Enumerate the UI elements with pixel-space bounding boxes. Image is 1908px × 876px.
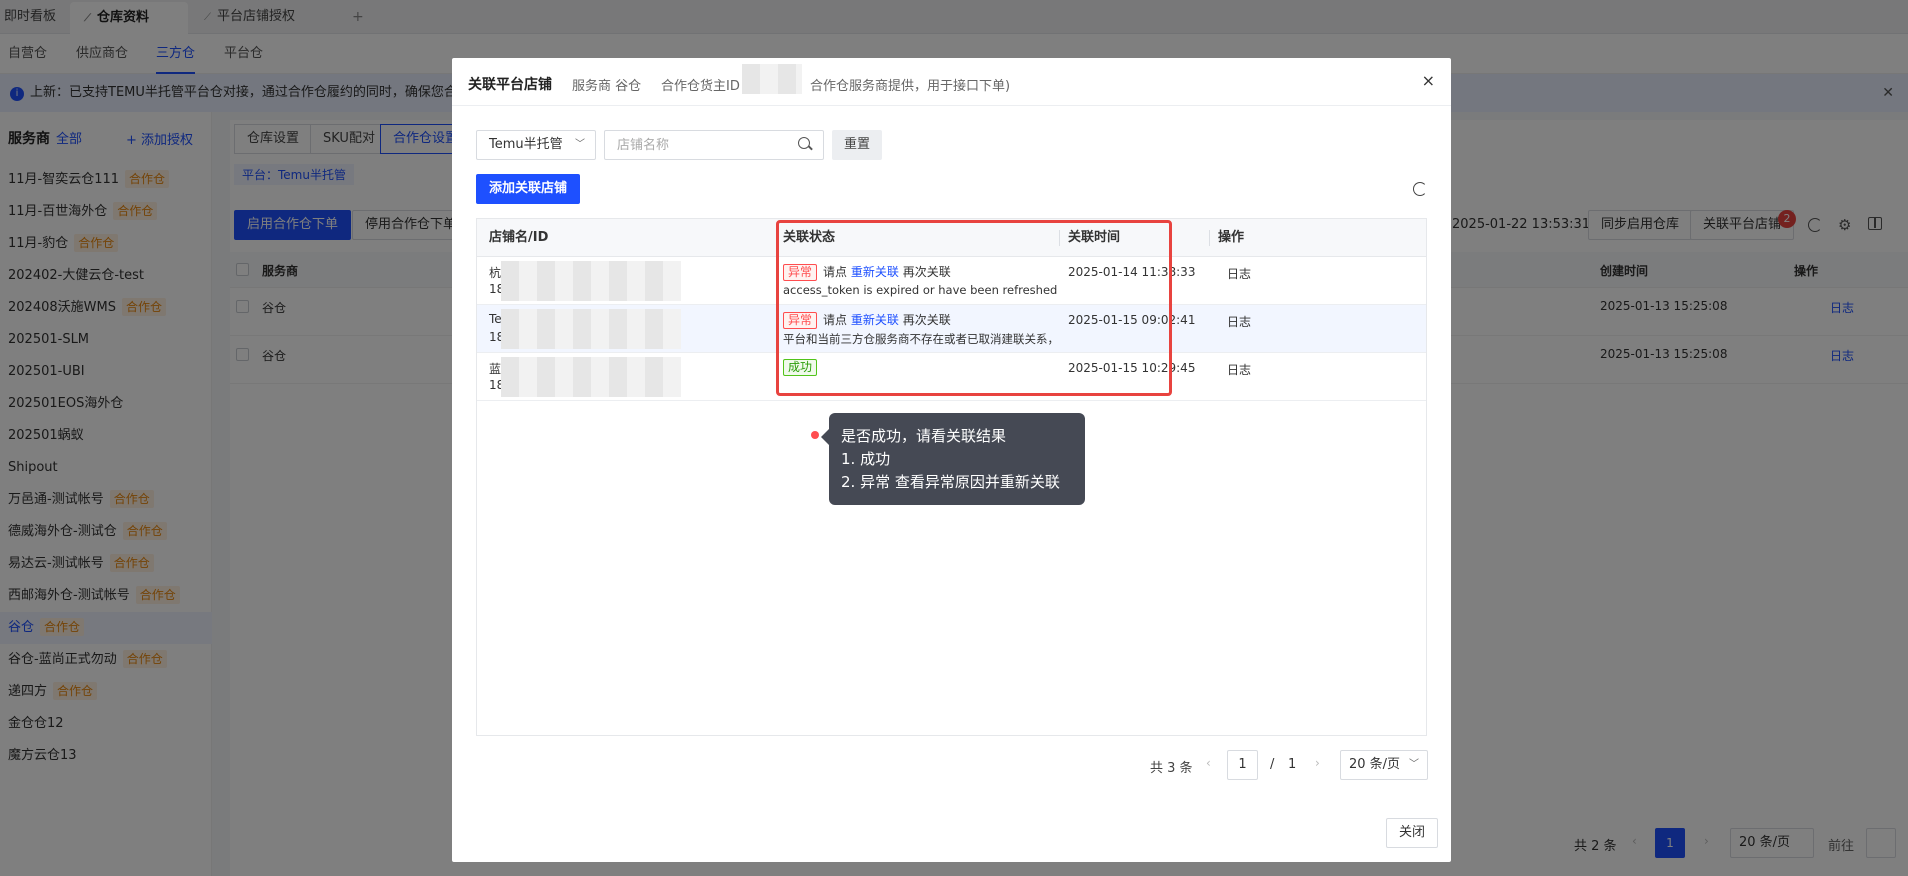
col-action: 操作 — [1218, 230, 1245, 245]
next-page-icon[interactable]: › — [1315, 756, 1320, 770]
close-icon[interactable]: × — [1422, 71, 1435, 90]
shop-name: Te — [489, 312, 502, 326]
add-linked-shop-button[interactable]: 添加关联店铺 — [476, 174, 581, 204]
chevron-down-icon: ﹀ — [1409, 759, 1419, 770]
page-size-select[interactable]: 20 条/页 ﹀ — [1340, 750, 1428, 780]
owner-id-label: 合作仓货主ID — [661, 79, 740, 94]
highlight-box — [776, 220, 1172, 396]
current-page-input[interactable]: 1 — [1227, 750, 1258, 780]
search-icon[interactable] — [798, 137, 810, 149]
log-link[interactable]: 日志 — [1227, 361, 1251, 378]
provider-label: 服务商 谷仓 — [572, 79, 642, 94]
redacted-shop-info — [501, 261, 681, 301]
tooltip-line: 2. 异常 查看异常原因并重新关联 — [841, 473, 1060, 491]
reset-button[interactable]: 重置 — [832, 130, 883, 160]
redacted-owner-id — [742, 64, 802, 94]
prev-page-icon[interactable]: ‹ — [1206, 756, 1211, 770]
pager-separator: / — [1270, 757, 1275, 772]
modal-header: 关联平台店铺 服务商 谷仓 合作仓货主ID 合作仓服务商提供，用于接口下单) × — [452, 58, 1451, 106]
modal-title: 关联平台店铺 — [468, 77, 552, 93]
chevron-down-icon: ﹀ — [575, 139, 585, 150]
column-divider — [1209, 230, 1210, 246]
platform-select[interactable]: Temu半托管 ﹀ — [476, 130, 596, 160]
total-pages: 1 — [1288, 757, 1297, 772]
tooltip-line: 是否成功，请看关联结果 — [841, 427, 1007, 445]
shop-name-search-input[interactable] — [604, 130, 824, 160]
redacted-shop-info — [501, 357, 681, 397]
log-link[interactable]: 日志 — [1227, 313, 1251, 330]
status-tooltip: 是否成功，请看关联结果 1. 成功 2. 异常 查看异常原因并重新关联 — [821, 413, 1085, 505]
log-link[interactable]: 日志 — [1227, 265, 1251, 282]
col-shop: 店铺名/ID — [489, 230, 549, 245]
refresh-icon[interactable] — [1413, 182, 1427, 196]
close-button[interactable]: 关闭 — [1386, 818, 1439, 848]
owner-id-note: 合作仓服务商提供，用于接口下单) — [810, 79, 1011, 94]
shop-name: 蓝 — [489, 362, 502, 376]
tooltip-line: 1. 成功 — [841, 450, 891, 468]
tooltip-marker — [811, 431, 819, 439]
redacted-shop-info — [501, 309, 681, 349]
shop-name: 杭 — [489, 266, 502, 280]
